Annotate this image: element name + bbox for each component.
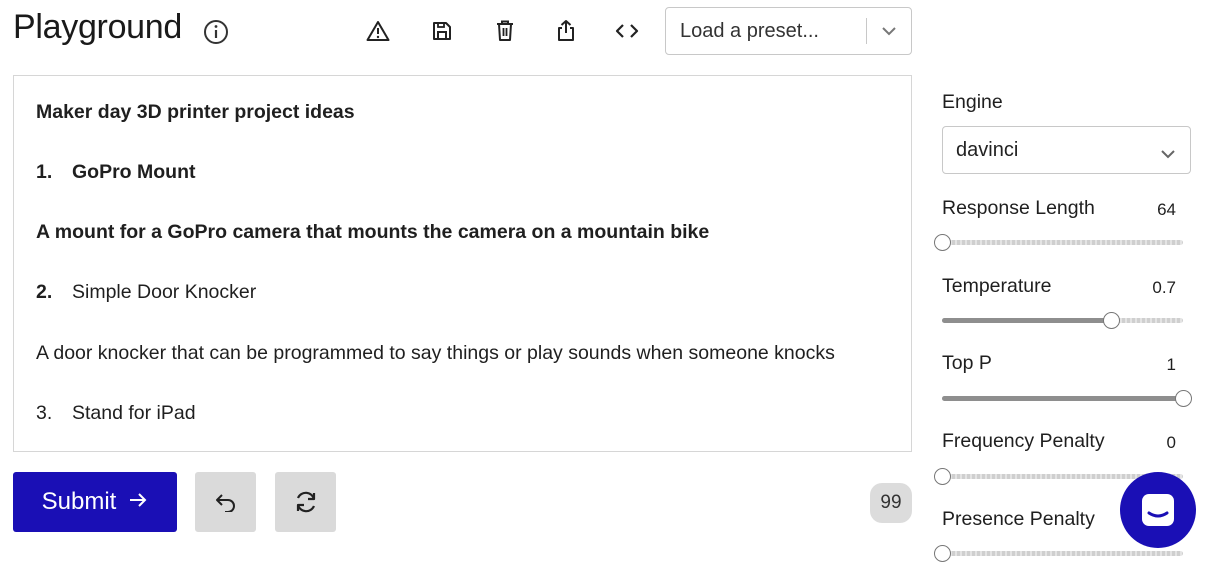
submit-label: Submit (41, 488, 117, 515)
save-icon[interactable] (427, 16, 457, 46)
param-value: 64 (1157, 200, 1176, 219)
slider-thumb[interactable] (1175, 390, 1192, 407)
arrow-right-icon (128, 488, 148, 516)
token-count-badge: 99 (870, 483, 912, 523)
param-label: Top P (942, 352, 992, 374)
regenerate-button[interactable] (275, 472, 336, 532)
slider-thumb[interactable] (934, 545, 951, 562)
temperature-slider[interactable] (942, 312, 1183, 330)
editor-line: 1. GoPro Mount (36, 161, 196, 183)
slider-thumb[interactable] (934, 234, 951, 251)
code-icon[interactable] (612, 16, 642, 46)
warning-icon[interactable] (363, 16, 393, 46)
param-value: 1 (1166, 355, 1176, 374)
engine-value: davinci (956, 138, 1019, 161)
preset-placeholder: Load a preset... (680, 19, 819, 42)
slider-thumb[interactable] (934, 468, 951, 485)
editor-line: Maker day 3D printer project ideas (36, 101, 355, 123)
param-label: Frequency Penalty (942, 430, 1105, 452)
info-icon[interactable] (203, 19, 229, 45)
param-label: Temperature (942, 275, 1052, 297)
response-length-slider[interactable] (934, 234, 1183, 252)
preset-select[interactable]: Load a preset... (665, 7, 912, 55)
editor-line: A mount for a GoPro camera that mounts t… (36, 221, 710, 243)
param-value: 0.7 (1152, 278, 1176, 297)
page-title: Playground (13, 8, 183, 46)
refresh-icon (296, 491, 315, 513)
chat-icon (1142, 494, 1174, 526)
top-p-slider[interactable] (942, 390, 1192, 408)
editor-line: 3. Stand for iPad (36, 402, 196, 424)
engine-label: Engine (942, 91, 1003, 113)
slider-thumb[interactable] (1102, 312, 1120, 329)
editor-line: 2. Simple Door Knocker (36, 281, 257, 303)
trash-icon[interactable] (490, 16, 520, 46)
engine-select[interactable]: davinci (942, 126, 1191, 174)
undo-button[interactable] (195, 472, 256, 532)
param-label: Presence Penalty (942, 508, 1095, 530)
chevron-down-icon (1160, 142, 1176, 165)
prompt-editor[interactable]: Maker day 3D printer project ideas 1. GoP… (13, 75, 912, 452)
chat-support-button[interactable] (1120, 472, 1196, 548)
chevron-down-icon[interactable] (867, 26, 911, 36)
submit-button[interactable]: Submit (13, 472, 177, 532)
presence-penalty-slider[interactable] (934, 545, 1183, 563)
param-label: Response Length (942, 197, 1095, 219)
editor-line: A door knocker that can be programmed to… (36, 342, 835, 364)
share-icon[interactable] (551, 16, 581, 46)
param-value: 0 (1166, 433, 1176, 452)
undo-icon (215, 494, 235, 512)
